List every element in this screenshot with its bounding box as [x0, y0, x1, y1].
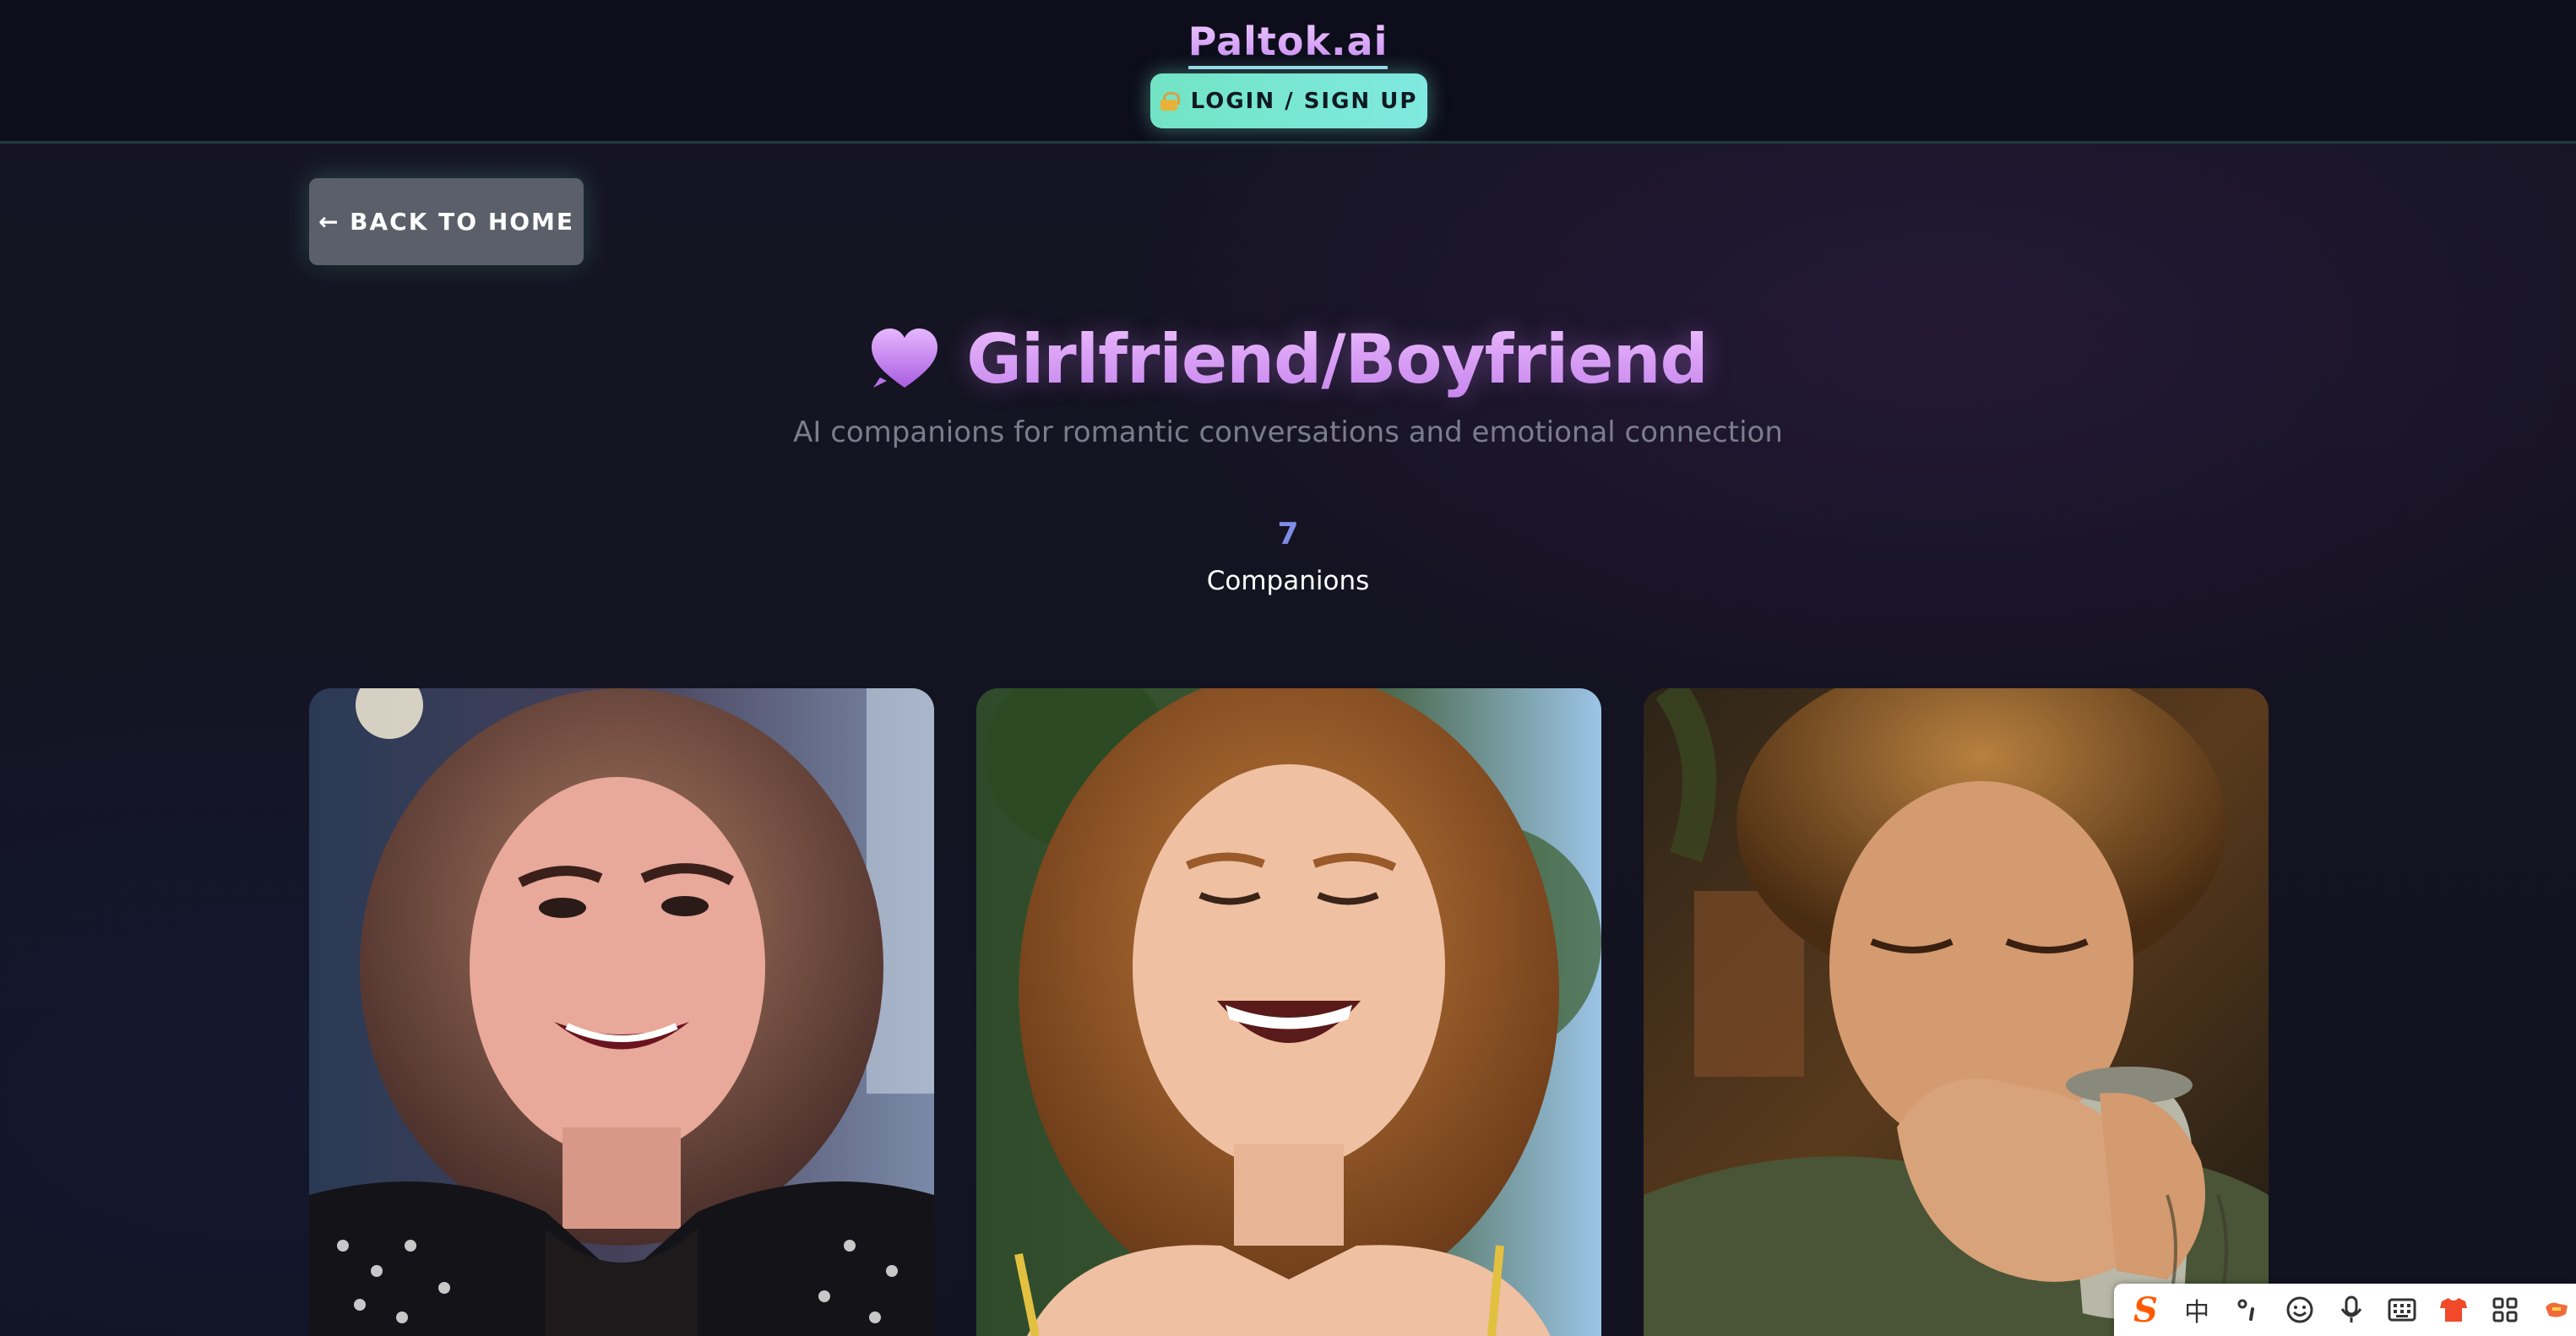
companion-photo: [309, 688, 934, 1336]
ime-toolbar: S 中: [2114, 1284, 2576, 1336]
keyboard-icon[interactable]: [2383, 1290, 2422, 1330]
emoji-icon[interactable]: [2280, 1290, 2319, 1330]
language-toggle[interactable]: 中: [2177, 1290, 2217, 1330]
companion-photo: [976, 688, 1601, 1336]
companion-count: 7: [1277, 517, 1299, 551]
brand-name[interactable]: Paltok.ai: [1187, 19, 1389, 69]
microphone-icon[interactable]: [2331, 1290, 2371, 1330]
brand-logo[interactable]: Paltok.ai: [0, 19, 2576, 69]
grid-icon[interactable]: [2485, 1290, 2524, 1330]
sogou-logo-icon[interactable]: S: [2126, 1290, 2166, 1330]
back-to-home-button[interactable]: ← BACK TO HOME: [309, 178, 584, 265]
companion-photo: [1644, 688, 2269, 1336]
top-header: Paltok.ai LOGIN / SIGN UP: [0, 0, 2576, 144]
companion-card[interactable]: [1644, 688, 2269, 1336]
companion-card[interactable]: [976, 688, 1601, 1336]
tool-icon[interactable]: [2536, 1290, 2576, 1330]
page-subtitle: AI companions for romantic conversations…: [793, 415, 1783, 449]
skin-icon[interactable]: [2434, 1290, 2474, 1330]
lock-icon: [1160, 91, 1180, 111]
login-signup-button[interactable]: LOGIN / SIGN UP: [1150, 73, 1427, 128]
category-header: Girlfriend/Boyfriend: [0, 317, 2576, 401]
page-title: Girlfriend/Boyfriend: [966, 319, 1709, 399]
punctuation-icon[interactable]: [2229, 1290, 2269, 1330]
login-signup-label: LOGIN / SIGN UP: [1190, 88, 1418, 114]
purple-heart-icon: [872, 329, 938, 388]
companion-count-label: Companions: [1206, 566, 1370, 596]
companion-card[interactable]: [309, 688, 934, 1336]
